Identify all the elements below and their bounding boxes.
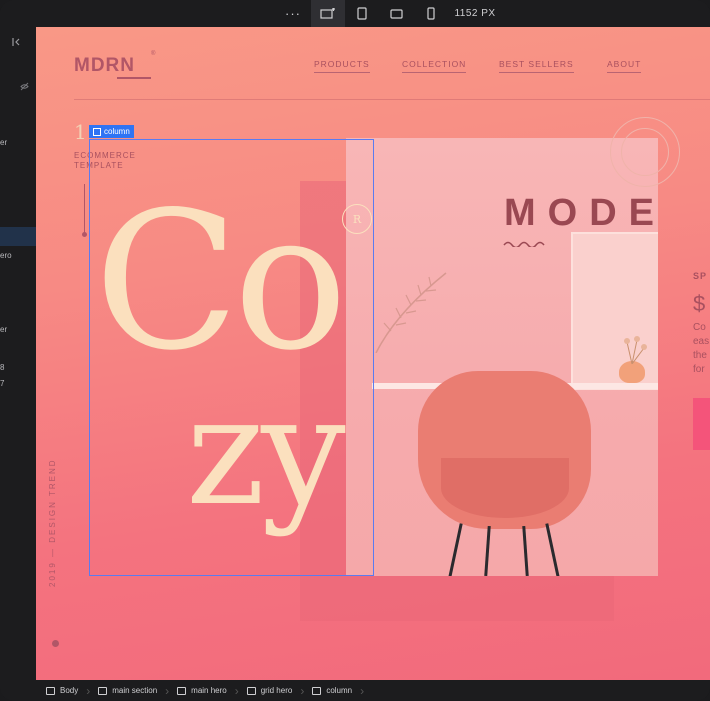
canvas-width-label: 1152 PX	[454, 8, 496, 19]
tablet-icon	[357, 7, 367, 20]
breadcrumb-label: main section	[112, 686, 158, 695]
hero-line-dot	[82, 232, 87, 237]
side-dot	[52, 640, 59, 647]
nav-link-about[interactable]: ABOUT	[607, 59, 642, 73]
nav-link-collection[interactable]: COLLECTION	[402, 59, 467, 73]
nav-link-best-sellers[interactable]: BEST SELLERS	[499, 59, 574, 73]
breadcrumb-column[interactable]: column ›	[302, 680, 365, 701]
breadcrumb-separator-icon: ›	[360, 684, 365, 698]
breadcrumb-main-hero[interactable]: main hero ›	[167, 680, 239, 701]
breadcrumb-bar: Body › main section › main hero › grid hero…	[36, 680, 710, 701]
breadcrumb-grid-hero[interactable]: grid hero ›	[237, 680, 304, 701]
description-line: eas	[693, 336, 710, 347]
navigator-item[interactable]: ero	[0, 251, 12, 260]
more-menu-icon[interactable]: ···	[283, 0, 303, 27]
flower-icon	[624, 336, 647, 364]
photo-vase	[619, 361, 645, 383]
div-block-icon	[177, 686, 187, 695]
description-line: for	[693, 364, 705, 375]
designer-window: ··· 1152 PX er ero er 8 7 MDRN ® PRODUCT…	[0, 0, 710, 701]
selected-element-outline[interactable]	[89, 139, 374, 576]
design-stamp	[610, 117, 680, 187]
brand-underline	[117, 77, 151, 79]
design-canvas[interactable]: MDRN ® PRODUCTS COLLECTION BEST SELLERS …	[36, 27, 710, 680]
chair-leg	[545, 523, 560, 576]
hero-number: 1	[74, 120, 87, 144]
desktop-icon	[320, 7, 335, 19]
element-type-icon	[93, 127, 101, 136]
header-divider	[74, 99, 710, 100]
navigator-item[interactable]: er	[0, 138, 7, 147]
chair-leg	[522, 525, 529, 576]
brand-logo[interactable]: MDRN	[74, 55, 135, 77]
selected-element-tag[interactable]: column	[89, 125, 134, 138]
left-navigator-panel: er ero er 8 7	[0, 27, 36, 680]
photo-chair-shadow	[441, 458, 569, 518]
desktop-breakpoint-button[interactable]	[311, 0, 345, 27]
product-price: $	[693, 291, 706, 316]
phone-icon	[427, 7, 435, 20]
product-label: SP	[693, 271, 708, 281]
section-icon	[98, 686, 108, 695]
product-cta-button[interactable]	[693, 398, 710, 450]
hide-icon[interactable]	[20, 82, 29, 91]
breadcrumb-label: column	[326, 686, 353, 695]
chair-leg	[448, 523, 463, 576]
description-line: the	[693, 350, 707, 361]
phone-breakpoint-button[interactable]	[421, 0, 441, 27]
navigator-item[interactable]: 7	[0, 379, 4, 388]
landscape-breakpoint-button[interactable]	[386, 0, 406, 27]
grid-icon	[246, 686, 256, 695]
tablet-breakpoint-button[interactable]	[352, 0, 372, 27]
description-line: Co	[693, 322, 706, 333]
navigator-selected-row[interactable]	[0, 227, 36, 246]
collapse-panel-icon[interactable]	[11, 37, 21, 47]
breadcrumb-label: main hero	[191, 686, 227, 695]
breadcrumb-label: grid hero	[260, 686, 293, 695]
nav-link-products[interactable]: PRODUCTS	[314, 59, 370, 73]
breadcrumb-body[interactable]: Body ›	[36, 680, 90, 701]
navigator-item[interactable]: 8	[0, 363, 4, 372]
wave-icon	[503, 241, 545, 247]
brand-registered-mark: ®	[151, 51, 156, 57]
chair-leg	[484, 525, 491, 576]
product-description: Co eas the for	[693, 321, 709, 377]
body-icon	[46, 686, 55, 695]
top-toolbar: ··· 1152 PX	[0, 0, 710, 27]
landscape-icon	[389, 8, 403, 19]
column-icon	[312, 686, 322, 695]
selected-element-label: column	[104, 127, 130, 136]
breadcrumb-main-section[interactable]: main section ›	[88, 680, 169, 701]
section-title: MODE	[504, 192, 666, 234]
navigator-item[interactable]: er	[0, 325, 7, 334]
breadcrumb-label: Body	[60, 686, 79, 695]
stamp-inner-ring	[621, 128, 669, 176]
hero-vertical-line	[84, 184, 85, 234]
side-vertical-text: 2019 — DESIGN TREND	[48, 458, 57, 587]
photo-wall-frame	[571, 232, 658, 390]
